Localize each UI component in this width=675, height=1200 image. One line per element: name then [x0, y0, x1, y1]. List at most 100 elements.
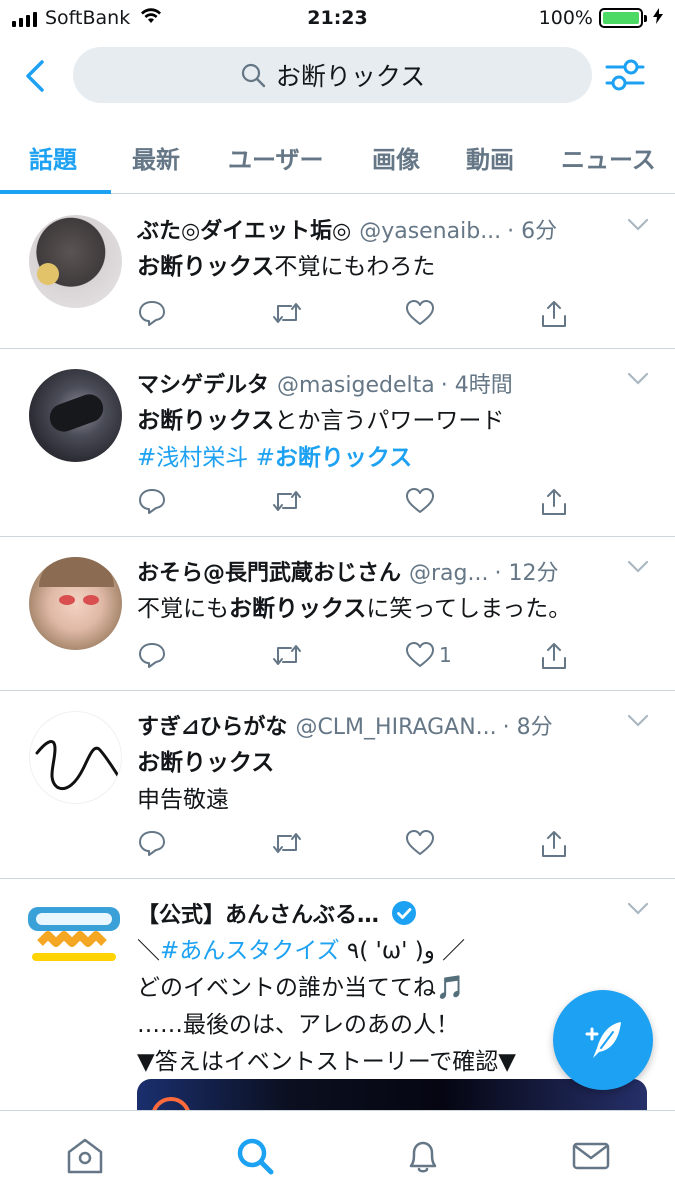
avatar-hiragana-hi [35, 739, 120, 790]
tweet-header: おそら@長門武蔵おじさん @rag... · 12分 [137, 555, 655, 587]
tweet-time: · 6分 [507, 219, 558, 244]
display-name[interactable]: すぎ⊿ひらがな [137, 709, 287, 741]
reply-icon[interactable] [137, 487, 167, 515]
tweet-text-line1: ＼#あんスタクイズ ٩( 'ω' )و ／ [137, 933, 655, 970]
like-icon[interactable] [405, 829, 435, 857]
tab-news[interactable]: ニュース [561, 140, 656, 175]
nav-messages[interactable] [568, 1133, 614, 1179]
hashtag-link[interactable]: #あんスタクイズ [160, 938, 340, 964]
avatar[interactable] [26, 901, 122, 971]
user-handle[interactable]: @yasenaib... [359, 219, 501, 244]
share-icon[interactable] [539, 641, 569, 671]
text-pre: ＼ [137, 938, 160, 964]
hashtag-link[interactable]: #お断りックス [256, 445, 413, 471]
tweet-header: すぎ⊿ひらがな @CLM_HIRAGAN... · 8分 [137, 709, 655, 741]
active-tab-indicator [0, 190, 111, 194]
mail-icon [572, 1142, 610, 1170]
reply-icon[interactable] [137, 641, 167, 669]
chevron-down-icon[interactable] [627, 371, 649, 390]
highlight-text: お断りックス [137, 408, 275, 434]
hashtag-link[interactable]: #浅村栄斗 [137, 445, 248, 471]
user-handle[interactable]: @masigedelta [277, 373, 435, 398]
text-rest: とか言うパワーワード [274, 408, 505, 434]
share-icon[interactable] [539, 299, 569, 329]
highlight-text: お断りックス [137, 254, 275, 280]
tweet-actions: 1 [137, 641, 577, 675]
chevron-down-icon[interactable] [627, 901, 649, 920]
charging-icon [653, 8, 663, 28]
tab-top[interactable]: 話題 [29, 140, 77, 175]
nav-home[interactable] [62, 1133, 108, 1179]
reply-icon[interactable] [137, 829, 167, 857]
tweet-text: お断りックス不覚にもわろた [137, 249, 655, 286]
tweet-header: 【公式】あんさんぶる… [137, 897, 655, 929]
avatar[interactable] [29, 369, 122, 462]
display-name[interactable]: 【公式】あんさんぶる… [137, 897, 379, 929]
like-icon[interactable] [405, 299, 435, 327]
display-name[interactable]: おそら@長門武蔵おじさん [137, 555, 401, 587]
battery-percent: 100% [538, 7, 593, 29]
search-tabs: 話題 最新 ユーザー 画像 動画 ニュース [0, 122, 675, 194]
display-name[interactable]: ぶた◎ダイエット垢◎ [137, 213, 351, 245]
tweet-text: 不覚にもお断りックスに笑ってしまった。 [137, 591, 655, 628]
tab-latest[interactable]: 最新 [132, 140, 180, 175]
retweet-icon[interactable] [271, 829, 303, 857]
user-handle[interactable]: @rag... [409, 561, 488, 586]
tweet-actions [137, 487, 577, 521]
hashtag-prefix: # [255, 445, 275, 471]
status-right: 100% [539, 7, 663, 29]
tweet[interactable]: マシゲデルタ @masigedelta · 4時間 お断りックスとか言うパワーワ… [0, 349, 675, 537]
filter-button[interactable] [603, 55, 647, 95]
share-icon[interactable] [539, 829, 569, 859]
tweet-content: おそら@長門武蔵おじさん @rag... · 12分 不覚にもお断りックスに笑っ… [137, 555, 655, 628]
retweet-icon[interactable] [271, 299, 303, 327]
avatar[interactable] [29, 711, 122, 804]
search-query: お断りックス [275, 62, 426, 91]
tweet-actions [137, 299, 577, 333]
user-handle[interactable]: @CLM_HIRAGAN... [295, 715, 496, 740]
text-rest: に笑ってしまった。 [366, 596, 572, 622]
retweet-icon[interactable] [271, 641, 303, 669]
share-icon[interactable] [539, 487, 569, 517]
chevron-down-icon[interactable] [627, 217, 649, 236]
tweet-header: マシゲデルタ @masigedelta · 4時間 [137, 367, 655, 399]
tweet-time: · 4時間 [440, 373, 513, 398]
tweet[interactable]: おそら@長門武蔵おじさん @rag... · 12分 不覚にもお断りックスに笑っ… [0, 537, 675, 691]
search-icon [237, 1138, 274, 1175]
display-name[interactable]: マシゲデルタ [137, 367, 269, 399]
like-icon [406, 642, 434, 667]
tweet-content: ぶた◎ダイエット垢◎ @yasenaib... · 6分 お断りックス不覚にもわ… [137, 213, 655, 286]
compose-tweet-button[interactable] [553, 990, 653, 1090]
bell-icon [409, 1141, 437, 1173]
magnifier-icon [240, 62, 266, 88]
back-button[interactable] [18, 56, 54, 96]
tab-photos[interactable]: 画像 [372, 140, 420, 175]
tweet-hashtags: #浅村栄斗 #お断りックス [137, 440, 655, 477]
chevron-down-icon[interactable] [627, 713, 649, 732]
like-button[interactable]: 1 [405, 641, 452, 669]
bottom-nav [0, 1110, 675, 1200]
ensemble-stars-logo [28, 907, 120, 961]
text-rest: 不覚にもわろた [274, 254, 436, 280]
highlight-text: お断りックス [137, 750, 275, 776]
highlight-text: お断りックス [229, 596, 367, 622]
avatar[interactable] [29, 557, 122, 650]
compose-feather-icon [585, 1022, 621, 1058]
chevron-left-icon [26, 60, 44, 92]
avatar[interactable] [29, 215, 122, 308]
retweet-icon[interactable] [271, 487, 303, 515]
search-input[interactable]: お断りックス [73, 47, 592, 103]
like-icon[interactable] [405, 487, 435, 515]
tab-videos[interactable]: 動画 [466, 140, 514, 175]
tweet-text: お断りックス [137, 745, 655, 782]
tweet[interactable]: すぎ⊿ひらがな @CLM_HIRAGAN... · 8分 お断りックス 申告敬遠 [0, 691, 675, 879]
text-pre: 不覚にも [137, 596, 229, 622]
nav-search[interactable] [232, 1133, 278, 1179]
chevron-down-icon[interactable] [627, 559, 649, 578]
tweet[interactable]: ぶた◎ダイエット垢◎ @yasenaib... · 6分 お断りックス不覚にもわ… [0, 195, 675, 349]
nav-notifications[interactable] [400, 1133, 446, 1179]
reply-icon[interactable] [137, 299, 167, 327]
tweet-content: マシゲデルタ @masigedelta · 4時間 お断りックスとか言うパワーワ… [137, 367, 655, 477]
tab-people[interactable]: ユーザー [228, 140, 324, 175]
sliders-icon [605, 59, 645, 91]
